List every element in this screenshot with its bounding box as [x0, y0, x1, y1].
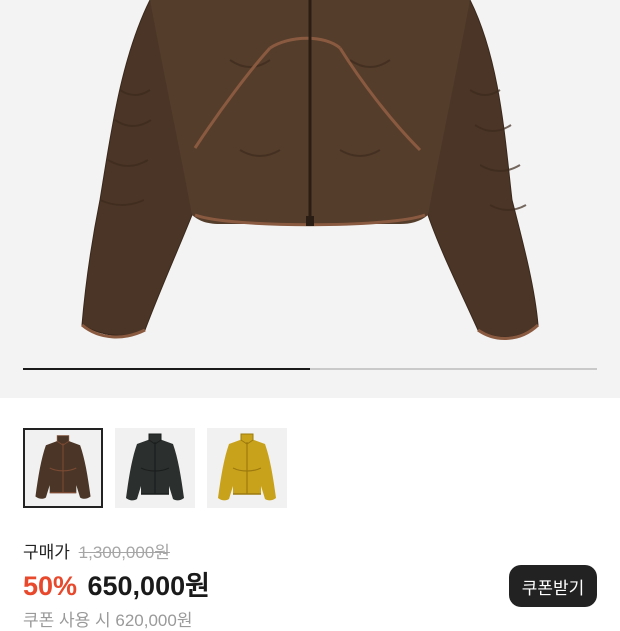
- jacket-thumbnail-image: [126, 433, 184, 501]
- coupon-price-text: 쿠폰 사용 시 620,000원: [23, 611, 193, 630]
- original-price: 1,300,000원: [78, 543, 170, 562]
- gallery-progress-track: [23, 368, 597, 370]
- product-hero[interactable]: [0, 0, 620, 398]
- gallery-progress-fill: [23, 368, 310, 370]
- thumbnail-brown[interactable]: [23, 428, 103, 508]
- jacket-thumbnail-image: [218, 433, 276, 501]
- buy-label: 구매가: [23, 543, 70, 562]
- discount-rate: 50%: [23, 571, 78, 601]
- get-coupon-button[interactable]: 쿠폰받기: [509, 565, 597, 607]
- price-block: 구매가 1,300,000원 50% 650,000원 쿠폰 사용 시 620,…: [23, 540, 210, 631]
- buy-price-row: 구매가 1,300,000원: [23, 540, 210, 566]
- sale-price: 650,000원: [87, 571, 210, 601]
- sale-price-row: 50% 650,000원: [23, 569, 210, 603]
- thumbnail-black[interactable]: [115, 428, 195, 508]
- thumbnail-mustard[interactable]: [207, 428, 287, 508]
- jacket-thumbnail-image: [35, 435, 91, 499]
- brown-jacket-image: [81, 0, 540, 340]
